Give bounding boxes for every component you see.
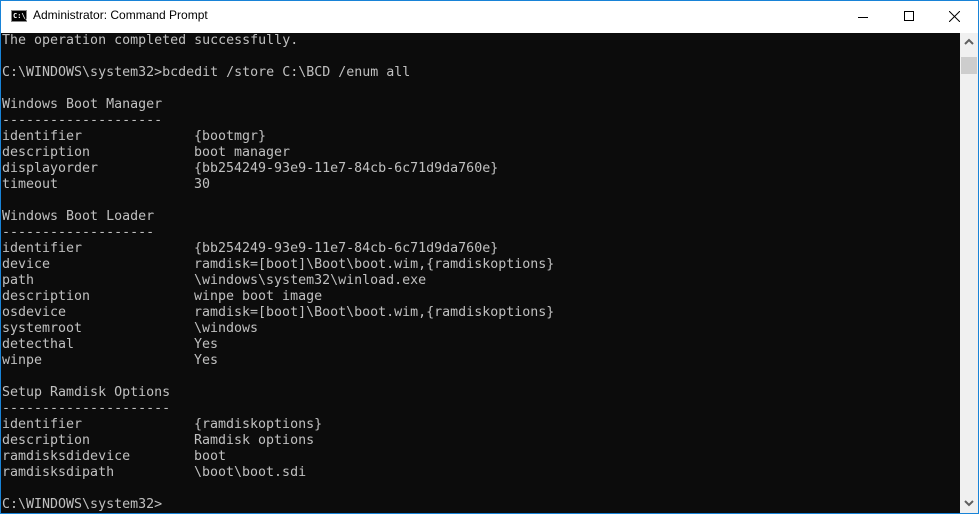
section-underline: --------------------	[2, 113, 163, 128]
entry-value: ramdisk=[boot]\Boot\boot.wim,{ramdiskopt…	[194, 305, 555, 320]
window-title: Administrator: Command Prompt	[33, 8, 208, 22]
section-heading: Windows Boot Manager	[2, 97, 163, 112]
entry-key: timeout	[2, 177, 59, 192]
chevron-down-icon	[964, 500, 974, 507]
entry-key: ramdisksdipath	[2, 465, 115, 480]
bcd-entry-row: identifier {bb254249-93e9-11e7-84cb-6c71d…	[2, 241, 960, 257]
bcd-entry-row: description winpe boot image	[2, 289, 960, 305]
entry-value: Yes	[194, 337, 219, 352]
entry-value: \windows\system32\winload.exe	[194, 273, 427, 288]
chevron-up-icon	[964, 38, 974, 45]
entry-value: boot	[194, 449, 227, 464]
console-line: C:\WINDOWS\system32>bcdedit /store C:\BC…	[2, 65, 411, 80]
entry-key: identifier	[2, 241, 83, 256]
entry-key: description	[2, 433, 91, 448]
bcd-entry-row: systemroot \windows	[2, 321, 960, 337]
title-bar[interactable]: C:\_ Administrator: Command Prompt	[1, 1, 978, 33]
bcd-entry-row: ramdisksdipath \boot\boot.sdi	[2, 465, 960, 481]
section-underline: ---------------------	[2, 401, 171, 416]
bcd-entry-row: description boot manager	[2, 145, 960, 161]
entry-key: device	[2, 257, 51, 272]
scroll-up-button[interactable]	[960, 33, 978, 51]
bcd-entry-row: osdevice ramdisk=[boot]\Boot\boot.wim,{ra…	[2, 305, 960, 321]
entry-value: {bb254249-93e9-11e7-84cb-6c71d9da760e}	[194, 161, 499, 176]
cmd-icon[interactable]: C:\_	[11, 10, 30, 22]
maximize-button[interactable]	[886, 1, 932, 33]
entry-value: boot manager	[194, 145, 291, 160]
entry-value: \boot\boot.sdi	[194, 465, 307, 480]
entry-key: detecthal	[2, 337, 75, 352]
bcd-entry-row: timeout 30	[2, 177, 960, 193]
bcd-entry-row: identifier {ramdiskoptions}	[2, 417, 960, 433]
bcd-entry-row: description Ramdisk options	[2, 433, 960, 449]
entry-key: osdevice	[2, 305, 67, 320]
entry-key: winpe	[2, 353, 43, 368]
entry-key: identifier	[2, 417, 83, 432]
entry-value: Yes	[194, 353, 219, 368]
console-output[interactable]: The operation completed successfully. C:\…	[1, 33, 960, 513]
section-heading: Windows Boot Loader	[2, 209, 155, 224]
bcd-entry-row: identifier {bootmgr}	[2, 129, 960, 145]
bcd-entry-row: winpe Yes	[2, 353, 960, 369]
close-icon	[949, 11, 960, 22]
entry-value: 30	[194, 177, 211, 192]
close-button[interactable]	[932, 1, 978, 33]
bcd-entry-row: ramdisksdidevice boot	[2, 449, 960, 465]
bcd-entry-row: path \windows\system32\winload.exe	[2, 273, 960, 289]
command-prompt-window: C:\_ Administrator: Command Prompt The o…	[0, 0, 979, 514]
entry-value: ramdisk=[boot]\Boot\boot.wim,{ramdiskopt…	[194, 257, 555, 272]
entry-value: {ramdiskoptions}	[194, 417, 323, 432]
console-text: The operation completed successfully. C:\…	[1, 33, 960, 513]
scroll-thumb[interactable]	[961, 57, 977, 74]
minimize-button[interactable]	[840, 1, 886, 33]
entry-key: description	[2, 289, 91, 304]
entry-value: {bb254249-93e9-11e7-84cb-6c71d9da760e}	[194, 241, 499, 256]
section-underline: -------------------	[2, 225, 155, 240]
section-heading: Setup Ramdisk Options	[2, 385, 171, 400]
entry-value: Ramdisk options	[194, 433, 315, 448]
entry-value: winpe boot image	[194, 289, 323, 304]
console-line: The operation completed successfully.	[2, 33, 299, 48]
entry-value: \windows	[194, 321, 259, 336]
entry-key: identifier	[2, 129, 83, 144]
entry-key: description	[2, 145, 91, 160]
entry-key: displayorder	[2, 161, 99, 176]
vertical-scrollbar[interactable]	[960, 33, 978, 513]
cmd-icon-text: C:\_	[13, 12, 30, 20]
bcd-entry-row: device ramdisk=[boot]\Boot\boot.wim,{ramd…	[2, 257, 960, 273]
entry-key: ramdisksdidevice	[2, 449, 131, 464]
entry-value: {bootmgr}	[194, 129, 267, 144]
bcd-entry-row: detecthal Yes	[2, 337, 960, 353]
bcd-entry-row: displayorder {bb254249-93e9-11e7-84cb-6c7…	[2, 161, 960, 177]
entry-key: systemroot	[2, 321, 83, 336]
entry-key: path	[2, 273, 35, 288]
command-prompt: C:\WINDOWS\system32>	[2, 497, 163, 512]
scroll-down-button[interactable]	[960, 495, 978, 513]
